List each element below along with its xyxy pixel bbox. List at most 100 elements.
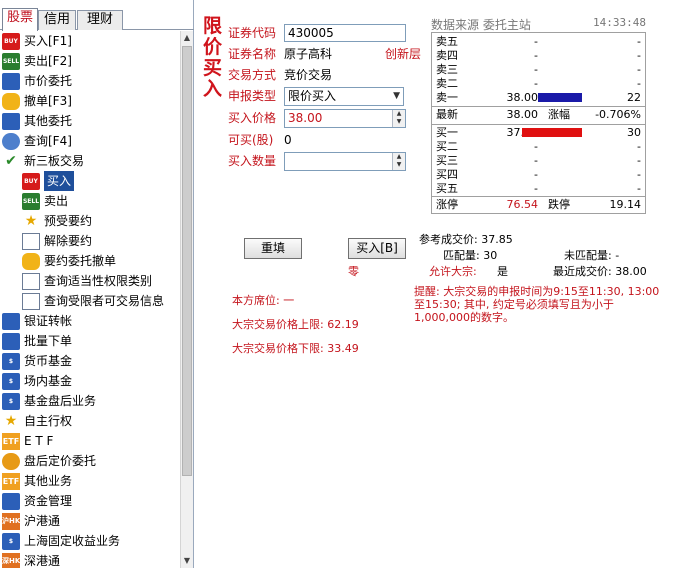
hk-connect-icon: 沪HK (2, 513, 20, 530)
fund-icon: $ (2, 393, 20, 410)
tree-item-label: 查询受限者可交易信息 (44, 294, 165, 308)
block-trade-reminder: 提醒: 大宗交易的申报时间为9:15至11:30, 13:00至15:30; 其… (414, 285, 660, 324)
tree-item-label: 查询适当性权限类别 (44, 274, 153, 288)
chevron-down-icon[interactable]: ▼ (393, 88, 400, 105)
tree-item[interactable]: 深HK 深港通 (0, 551, 180, 568)
tree-item[interactable]: 批量下单 (0, 331, 180, 351)
order-type-value: 限价买入 (288, 89, 337, 103)
tree-item[interactable]: BUY 买入[F1] (0, 31, 180, 51)
tree-item-label: 场内基金 (24, 374, 73, 388)
spin-down-icon[interactable]: ▼ (393, 161, 405, 169)
bid-price: - (534, 168, 538, 181)
tree-item-label: 深港通 (24, 554, 61, 568)
tree-item[interactable]: 盘后定价委托 (0, 451, 180, 471)
latest-row: 最新 38.00 涨幅 -0.706% (432, 108, 645, 122)
other-order-icon (2, 113, 20, 130)
available-label: 可买(股) (228, 133, 274, 147)
tree-item[interactable]: $ 基金盘后业务 (0, 391, 180, 411)
tree-item-label: 其他业务 (24, 474, 73, 488)
etf-icon: ETF (2, 473, 20, 490)
scroll-down-arrow-icon[interactable]: ▼ (181, 554, 193, 568)
tree-scrollbar[interactable]: ▲ ▼ (180, 31, 193, 568)
tree-item[interactable]: 银证转帐 (0, 311, 180, 331)
tab-finance[interactable]: 理财 (77, 10, 123, 30)
bid-price: - (534, 154, 538, 167)
scroll-up-arrow-icon[interactable]: ▲ (181, 31, 193, 45)
bid-volume-bar (522, 128, 582, 137)
tree-item[interactable]: ★ 自主行权 (0, 411, 180, 431)
cancel-hand-icon (22, 253, 40, 270)
order-type-select[interactable]: 限价买入 ▼ (284, 87, 404, 106)
tree-item[interactable]: $ 场内基金 (0, 371, 180, 391)
etf-icon: ETF (2, 433, 20, 450)
ask-price: 38.00 (506, 91, 539, 104)
tree-item[interactable]: 其他委托 (0, 111, 180, 131)
qty-spin-buttons[interactable]: ▲ ▼ (392, 153, 405, 170)
ask-volume: - (637, 35, 641, 48)
sell-icon: SELL (2, 53, 20, 70)
tree-item[interactable]: 沪HK 沪港通 (0, 511, 180, 531)
tree-item-label: 卖出 (44, 194, 69, 208)
spin-down-icon[interactable]: ▼ (393, 118, 405, 126)
tree-item[interactable]: 资金管理 (0, 491, 180, 511)
bid-row: 买二 - - (432, 140, 645, 154)
tree-item-label: 资金管理 (24, 494, 73, 508)
latest-price: 38.00 (506, 108, 539, 121)
bid-price: - (534, 182, 538, 195)
spin-up-icon[interactable]: ▲ (393, 153, 405, 161)
function-tree: BUY 买入[F1] SELL 卖出[F2] 市价委托撤单[F3] 其他委托 查询[F4] ✔… (0, 31, 180, 568)
price-label: 买入价格 (228, 111, 277, 125)
tier-badge: 创新层 (385, 47, 422, 61)
tree-item-label: 要约委托撤单 (44, 254, 117, 268)
ask-price: - (534, 49, 538, 62)
buy-icon: BUY (2, 33, 20, 50)
price-spin-buttons[interactable]: ▲ ▼ (392, 110, 405, 127)
ask-price: - (534, 77, 538, 90)
ref-price: 参考成交价: 37.85 (419, 233, 513, 246)
tree-item[interactable]: 查询受限者可交易信息 (0, 291, 180, 311)
fund-icon: $ (2, 353, 20, 370)
tab-credit[interactable]: 信用 (38, 10, 76, 30)
spin-up-icon[interactable]: ▲ (393, 110, 405, 118)
down-limit-value: 19.14 (609, 198, 642, 211)
method-value: 竞价交易 (284, 68, 333, 82)
sell-icon: SELL (22, 193, 40, 210)
ask-volume-bar (538, 93, 582, 102)
tree-item[interactable]: 解除要约 (0, 231, 180, 251)
tree-item[interactable]: ★ 预受要约 (0, 211, 180, 231)
tab-stock[interactable]: 股票 (2, 8, 38, 31)
tree-item[interactable]: ETF E T F (0, 431, 180, 451)
matched-qty: 匹配量: 30 (443, 249, 498, 262)
tree-item[interactable]: $ 上海固定收益业务 (0, 531, 180, 551)
tree-item[interactable]: 撤单[F3] (0, 91, 180, 111)
order-panel: 限价买入 证券代码 430005 证券名称 原子高科 创新层 交易方式 竞价交易… (195, 0, 690, 568)
tree-item-label: 买入 (44, 171, 75, 191)
tree-item[interactable]: ✔ 新三板交易 (0, 151, 180, 171)
scroll-thumb[interactable] (182, 46, 192, 476)
tree-item[interactable]: BUY 买入 (0, 171, 180, 191)
bid-label: 买一 (436, 126, 458, 139)
method-label: 交易方式 (228, 68, 277, 82)
bid-volume: - (637, 168, 641, 181)
navigation-pane: 股票 信用 理财 BUY 买入[F1] SELL 卖出[F2] 市价委托撤单[F3] 其他… (0, 0, 194, 568)
tree-item[interactable]: 要约委托撤单 (0, 251, 180, 271)
code-input[interactable]: 430005 (284, 24, 406, 42)
tree-item-label: 撤单[F3] (24, 94, 72, 108)
reset-button[interactable]: 重填 (244, 238, 302, 259)
tree-item[interactable]: 查询[F4] (0, 131, 180, 151)
tree-item[interactable]: 市价委托 (0, 71, 180, 91)
tree-item[interactable]: SELL 卖出 (0, 191, 180, 211)
quote-divider (432, 196, 645, 197)
tree-item[interactable]: $ 货币基金 (0, 351, 180, 371)
tree-item[interactable]: ETF 其他业务 (0, 471, 180, 491)
tree-item[interactable]: 查询适当性权限类别 (0, 271, 180, 291)
price-stepper[interactable]: 38.00 ▲ ▼ (284, 109, 406, 128)
quantity-stepper[interactable]: ▲ ▼ (284, 152, 406, 171)
latest-label: 最新 (436, 108, 458, 121)
buy-icon: BUY (22, 173, 40, 190)
quote-divider (432, 106, 645, 107)
quote-divider (432, 124, 645, 125)
buy-button[interactable]: 买入[B] (348, 238, 406, 259)
tree-item-label: 买入[F1] (24, 34, 72, 48)
tree-item[interactable]: SELL 卖出[F2] (0, 51, 180, 71)
